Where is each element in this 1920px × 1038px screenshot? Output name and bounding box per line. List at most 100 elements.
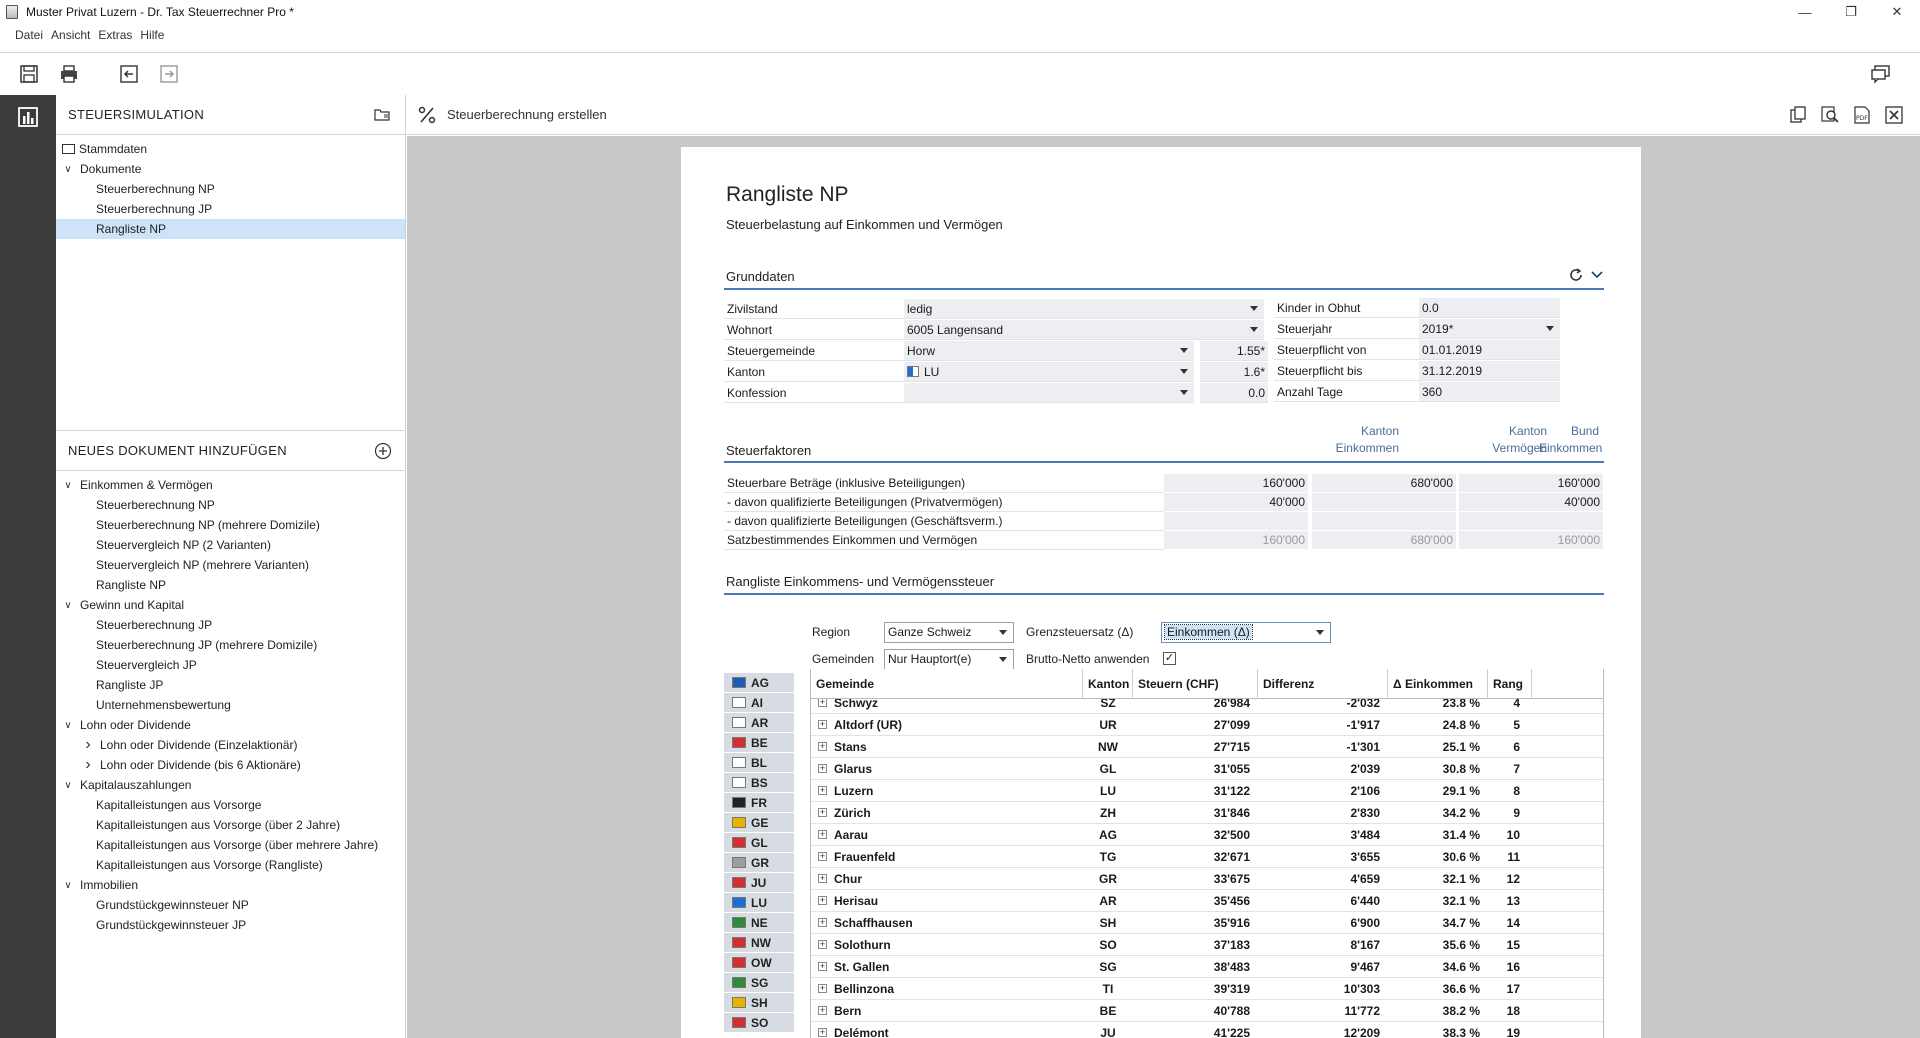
- maximize-button[interactable]: ❐: [1828, 0, 1874, 24]
- column-header-0[interactable]: Gemeinde: [811, 669, 1083, 699]
- table-row[interactable]: + Luzern LU 31'122 2'106 29.1 % 8: [811, 780, 1603, 802]
- canton-item-gl[interactable]: GL: [724, 833, 794, 853]
- chevron-right-icon[interactable]: ›: [82, 756, 94, 773]
- table-row[interactable]: + Schaffhausen SH 35'916 6'900 34.7 % 14: [811, 912, 1603, 934]
- canton-item-bs[interactable]: BS: [724, 773, 794, 793]
- expand-icon[interactable]: +: [818, 1028, 827, 1037]
- region-select[interactable]: Ganze Schweiz: [884, 622, 1014, 643]
- tree-item-rangliste-np[interactable]: Rangliste NP: [56, 219, 405, 239]
- refresh-icon[interactable]: [1568, 267, 1584, 283]
- dropdown-arrow-icon[interactable]: [1546, 326, 1554, 331]
- folder-settings-icon[interactable]: [373, 106, 391, 124]
- canton-item-ai[interactable]: AI: [724, 693, 794, 713]
- dropdown-arrow-icon[interactable]: [1180, 390, 1188, 395]
- chat-button[interactable]: [1868, 61, 1894, 87]
- expand-icon[interactable]: +: [818, 1006, 827, 1015]
- add-circle-icon[interactable]: [374, 442, 392, 460]
- dropdown-arrow-icon[interactable]: [1180, 369, 1188, 374]
- tree-item-lohn-oder-dividende-einzelaktionär[interactable]: › Lohn oder Dividende (Einzelaktionär): [56, 735, 406, 755]
- dropdown-arrow-icon[interactable]: [1180, 348, 1188, 353]
- grunddaten-extra[interactable]: 0.0: [1200, 383, 1268, 403]
- table-row[interactable]: + Frauenfeld TG 32'671 3'655 30.6 % 11: [811, 846, 1603, 868]
- faktor-value[interactable]: [1459, 512, 1603, 531]
- tree-item-lohn-oder-dividende-bis-6-aktionäre[interactable]: › Lohn oder Dividende (bis 6 Aktionäre): [56, 755, 406, 775]
- faktor-value[interactable]: [1164, 512, 1308, 531]
- table-row[interactable]: + Aarau AG 32'500 3'484 31.4 % 10: [811, 824, 1603, 846]
- tree-item-stammdaten[interactable]: Stammdaten: [56, 139, 405, 159]
- table-row[interactable]: + Bellinzona TI 39'319 10'303 36.6 % 17: [811, 978, 1603, 1000]
- expand-icon[interactable]: +: [818, 984, 827, 993]
- canton-item-ge[interactable]: GE: [724, 813, 794, 833]
- chevron-down-icon[interactable]: ∨: [62, 779, 74, 791]
- tree-item-grundstückgewinnsteuer-np[interactable]: Grundstückgewinnsteuer NP: [56, 895, 406, 915]
- expand-icon[interactable]: +: [818, 962, 827, 971]
- canton-item-be[interactable]: BE: [724, 733, 794, 753]
- faktor-value[interactable]: [1312, 493, 1456, 512]
- tree-item-steuervergleich-np-mehrere-varianten[interactable]: Steuervergleich NP (mehrere Varianten): [56, 555, 406, 575]
- column-header-2[interactable]: Steuern (CHF): [1133, 669, 1258, 699]
- table-row[interactable]: + Bern BE 40'788 11'772 38.2 % 18: [811, 1000, 1603, 1022]
- canton-item-lu[interactable]: LU: [724, 893, 794, 913]
- tree-item-rangliste-np[interactable]: Rangliste NP: [56, 575, 406, 595]
- expand-icon[interactable]: +: [818, 720, 827, 729]
- expand-icon[interactable]: +: [818, 874, 827, 883]
- grunddaten-field[interactable]: Horw: [904, 341, 1194, 361]
- grunddaten-field[interactable]: 01.01.2019: [1419, 340, 1560, 360]
- tree-item-dokumente[interactable]: ∨ Dokumente: [56, 159, 405, 179]
- grunddaten-field[interactable]: 360: [1419, 382, 1560, 402]
- tree-item-steuerberechnung-np-mehrere-domizile[interactable]: Steuerberechnung NP (mehrere Domizile): [56, 515, 406, 535]
- chevron-down-icon[interactable]: ∨: [62, 163, 74, 175]
- tree-item-steuervergleich-np-2-varianten[interactable]: Steuervergleich NP (2 Varianten): [56, 535, 406, 555]
- grunddaten-extra[interactable]: 1.55*: [1200, 341, 1268, 361]
- brutto-netto-checkbox[interactable]: ✓: [1163, 652, 1176, 665]
- menu-extras[interactable]: Extras: [98, 28, 132, 46]
- chevron-down-icon[interactable]: ∨: [62, 599, 74, 611]
- rail-simulation-button[interactable]: [0, 95, 56, 139]
- expand-icon[interactable]: +: [818, 918, 827, 927]
- preview-button[interactable]: [1818, 103, 1842, 127]
- tree-item-kapitalleistungen-aus-vorsorge-rangliste[interactable]: Kapitalleistungen aus Vorsorge (Ranglist…: [56, 855, 406, 875]
- grunddaten-field[interactable]: 2019*: [1419, 319, 1560, 339]
- chevron-down-icon[interactable]: ∨: [62, 479, 74, 491]
- tree-item-kapitalleistungen-aus-vorsorge-über-2-jahre[interactable]: Kapitalleistungen aus Vorsorge (über 2 J…: [56, 815, 406, 835]
- tree-item-rangliste-jp[interactable]: Rangliste JP: [56, 675, 406, 695]
- expand-icon[interactable]: +: [818, 742, 827, 751]
- canton-item-nw[interactable]: NW: [724, 933, 794, 953]
- table-row[interactable]: + Herisau AR 35'456 6'440 32.1 % 13: [811, 890, 1603, 912]
- tree-item-unternehmensbewertung[interactable]: Unternehmensbewertung: [56, 695, 406, 715]
- table-row[interactable]: + Zürich ZH 31'846 2'830 34.2 % 9: [811, 802, 1603, 824]
- chevron-right-icon[interactable]: ›: [82, 736, 94, 753]
- tree-item-steuerberechnung-np[interactable]: Steuerberechnung NP: [56, 179, 405, 199]
- column-header-3[interactable]: Differenz: [1258, 669, 1388, 699]
- menu-datei[interactable]: Datei: [15, 28, 43, 46]
- minimize-button[interactable]: —: [1782, 0, 1828, 24]
- pdf-export-button[interactable]: PDF: [1850, 103, 1874, 127]
- table-row[interactable]: + St. Gallen SG 38'483 9'467 34.6 % 16: [811, 956, 1603, 978]
- chevron-down-icon[interactable]: [1590, 268, 1604, 282]
- canton-item-fr[interactable]: FR: [724, 793, 794, 813]
- grunddaten-field[interactable]: 6005 Langensand: [904, 320, 1264, 340]
- expand-icon[interactable]: +: [818, 852, 827, 861]
- canton-item-sh[interactable]: SH: [724, 993, 794, 1013]
- faktor-value[interactable]: 40'000: [1459, 493, 1603, 512]
- expand-icon[interactable]: +: [818, 940, 827, 949]
- canton-item-ju[interactable]: JU: [724, 873, 794, 893]
- canton-item-so[interactable]: SO: [724, 1013, 794, 1033]
- copy-button[interactable]: [1786, 103, 1810, 127]
- tree-item-grundstückgewinnsteuer-jp[interactable]: Grundstückgewinnsteuer JP: [56, 915, 406, 935]
- back-button[interactable]: [116, 61, 142, 87]
- faktor-value[interactable]: 160'000: [1164, 474, 1308, 493]
- column-header-4[interactable]: Δ Einkommen: [1388, 669, 1488, 699]
- canton-item-sg[interactable]: SG: [724, 973, 794, 993]
- menu-hilfe[interactable]: Hilfe: [140, 28, 164, 46]
- canton-item-ag[interactable]: AG: [724, 673, 794, 693]
- tree-item-steuerberechnung-np[interactable]: Steuerberechnung NP: [56, 495, 406, 515]
- gemeinden-select[interactable]: Nur Hauptort(e): [884, 649, 1014, 670]
- grunddaten-field[interactable]: LU: [904, 362, 1194, 382]
- tree-item-steuerberechnung-jp-mehrere-domizile[interactable]: Steuerberechnung JP (mehrere Domizile): [56, 635, 406, 655]
- grunddaten-field[interactable]: ledig: [904, 299, 1264, 319]
- faktor-value[interactable]: 680'000: [1312, 474, 1456, 493]
- table-row[interactable]: + Glarus GL 31'055 2'039 30.8 % 7: [811, 758, 1603, 780]
- tree-item-gewinn-und-kapital[interactable]: ∨ Gewinn und Kapital: [56, 595, 406, 615]
- canton-item-ne[interactable]: NE: [724, 913, 794, 933]
